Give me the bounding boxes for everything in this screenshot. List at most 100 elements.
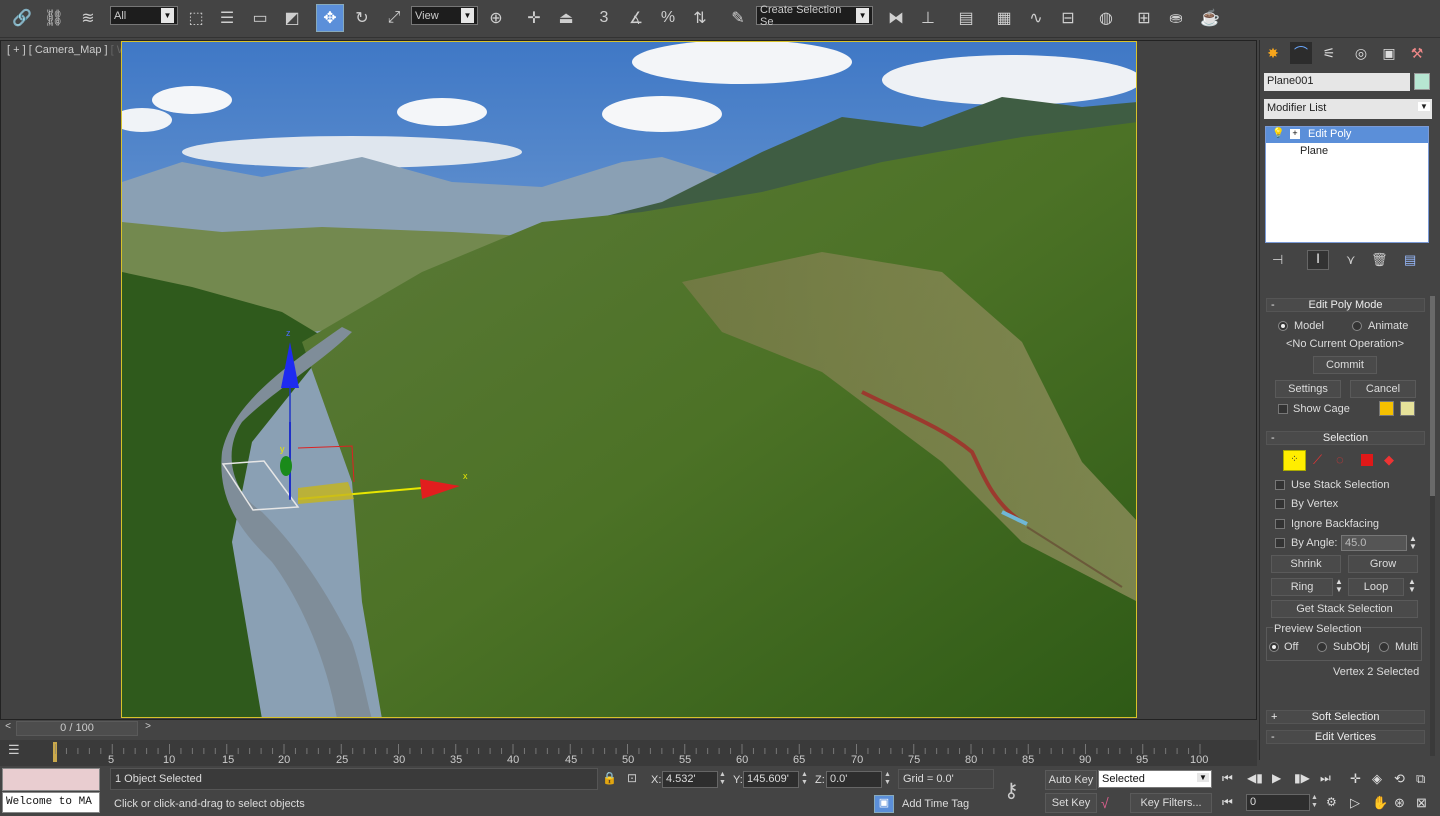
bind-space-warp-icon[interactable]: ≋ <box>74 4 102 32</box>
settings-button[interactable]: Settings <box>1275 380 1341 398</box>
keyboard-shortcut-override-icon[interactable]: ⏏ <box>552 4 580 32</box>
motion-tab-icon[interactable]: ◎ <box>1350 42 1372 64</box>
angle-spinner-field[interactable]: 45.0 <box>1341 535 1407 551</box>
key-mode-toggle-icon[interactable]: ⏮ <box>1222 795 1233 810</box>
commit-button[interactable]: Commit <box>1313 356 1377 374</box>
command-panel-scrollbar[interactable] <box>1430 296 1435 756</box>
element-mode-icon[interactable]: ◆ <box>1384 452 1394 468</box>
utilities-tab-icon[interactable]: ⚒ <box>1406 42 1428 64</box>
z-spinner-icon[interactable]: ▲ ▼ <box>884 771 891 787</box>
cage-selected-color-swatch[interactable] <box>1400 401 1415 416</box>
by-angle-checkbox[interactable] <box>1275 538 1285 548</box>
modifier-list-dropdown[interactable]: Modifier List ▼ <box>1264 99 1432 119</box>
model-radio[interactable] <box>1278 321 1288 331</box>
stack-item-plane[interactable]: Plane <box>1300 145 1328 157</box>
y-coord-field[interactable]: 145.609' <box>743 771 799 788</box>
named-selection-dropdown[interactable]: Create Selection Se ▼ <box>756 4 873 28</box>
ring-button[interactable]: Ring <box>1271 578 1333 596</box>
border-mode-icon[interactable]: ◌ <box>1336 452 1344 467</box>
ignore-backfacing-checkbox[interactable] <box>1275 519 1285 529</box>
pan-view-icon[interactable]: ✋ <box>1372 795 1388 811</box>
x-spinner-icon[interactable]: ▲ ▼ <box>719 771 726 787</box>
previous-key-icon[interactable]: ◀▮ <box>1247 771 1263 785</box>
scrollbar-thumb[interactable] <box>1430 296 1435 496</box>
hierarchy-tab-icon[interactable]: ⚟ <box>1318 42 1340 64</box>
play-icon[interactable]: ▶ <box>1272 771 1281 785</box>
z-coord-field[interactable]: 0.0' <box>826 771 882 788</box>
select-by-name-icon[interactable]: ☰ <box>213 4 241 32</box>
align-icon[interactable]: ⊥ <box>914 4 942 32</box>
isolate-selection-icon[interactable]: ▣ <box>874 795 894 813</box>
mirror-icon[interactable]: ⧓ <box>882 4 910 32</box>
display-tab-icon[interactable]: ▣ <box>1378 42 1400 64</box>
polygon-mode-icon[interactable] <box>1361 454 1373 466</box>
zoom-all-icon[interactable]: ◈ <box>1372 771 1382 787</box>
window-crossing-icon[interactable]: ◩ <box>278 4 306 32</box>
preview-off-radio[interactable] <box>1269 642 1279 652</box>
set-key-button[interactable]: Set Key <box>1045 793 1097 813</box>
go-to-end-icon[interactable]: ⏭ <box>1320 771 1331 786</box>
auto-key-button[interactable]: Auto Key <box>1045 770 1097 790</box>
edge-mode-icon[interactable]: ⟋ <box>1313 452 1322 468</box>
field-of-view-icon[interactable]: ▷ <box>1350 795 1360 811</box>
rollout-edit-poly-mode[interactable]: - Edit Poly Mode <box>1266 298 1425 312</box>
edit-named-selection-icon[interactable]: ✎ <box>724 4 752 32</box>
selection-filter-dropdown[interactable]: All ▼ <box>110 6 178 25</box>
rendered-frame-window-icon[interactable]: ⛂ <box>1162 4 1190 32</box>
modify-tab-icon[interactable]: ⌒ <box>1290 42 1312 64</box>
loop-button[interactable]: Loop <box>1348 578 1404 596</box>
viewport-menu-plus[interactable]: [ + ] <box>7 44 26 56</box>
preview-subobj-radio[interactable] <box>1317 642 1327 652</box>
scene-explorer-icon[interactable]: ▤ <box>952 4 980 32</box>
add-time-tag[interactable]: Add Time Tag <box>902 798 969 810</box>
selection-lock-icon[interactable]: 🔒 <box>602 771 617 785</box>
use-stack-selection-checkbox[interactable] <box>1275 480 1285 490</box>
layer-explorer-icon[interactable]: ▦ <box>990 4 1018 32</box>
ring-spinner-icon[interactable]: ▲ ▼ <box>1335 578 1343 594</box>
rectangular-selection-icon[interactable]: ▭ <box>246 4 274 32</box>
key-filters-curve-icon[interactable]: √ <box>1101 795 1109 811</box>
maximize-toggle-icon[interactable]: ⊠ <box>1416 795 1427 811</box>
preview-multi-radio[interactable] <box>1379 642 1389 652</box>
zoom-icon[interactable]: ✛ <box>1350 771 1361 787</box>
rollout-selection[interactable]: - Selection <box>1266 431 1425 445</box>
get-stack-selection-button[interactable]: Get Stack Selection <box>1271 600 1418 618</box>
viewport-camera-name[interactable]: [ Camera_Map ] <box>29 44 108 56</box>
maxscript-listener-input[interactable] <box>2 768 100 791</box>
select-and-scale-icon[interactable]: ⤢ <box>380 4 408 32</box>
make-unique-icon[interactable]: ⋎ <box>1346 252 1356 268</box>
pivot-center-icon[interactable]: ⊕ <box>482 4 510 32</box>
time-slider-track[interactable] <box>0 721 1257 738</box>
select-object-icon[interactable]: ⬚ <box>182 4 210 32</box>
key-filters-button[interactable]: Key Filters... <box>1130 793 1212 813</box>
stack-item-edit-poly[interactable]: 💡 + Edit Poly <box>1266 127 1428 143</box>
orbit-subobject-icon[interactable]: ⊛ <box>1394 795 1405 811</box>
lightbulb-icon[interactable]: 💡 <box>1272 128 1284 139</box>
percent-snap-icon[interactable]: % <box>654 4 682 32</box>
key-mode-dropdown[interactable]: Selected ▼ <box>1098 770 1212 788</box>
render-setup-icon[interactable]: ⊞ <box>1130 4 1158 32</box>
schematic-view-icon[interactable]: ⊟ <box>1054 4 1082 32</box>
render-production-icon[interactable]: ☕ <box>1196 4 1224 32</box>
set-key-mode-key-icon[interactable]: ⚷ <box>1004 778 1019 803</box>
select-and-rotate-icon[interactable]: ↻ <box>348 4 376 32</box>
loop-spinner-icon[interactable]: ▲ ▼ <box>1408 578 1416 594</box>
material-editor-icon[interactable]: ◍ <box>1092 4 1120 32</box>
reference-coordinate-dropdown[interactable]: View ▼ <box>411 6 478 25</box>
animate-radio[interactable] <box>1352 321 1362 331</box>
frame-spinner-icon[interactable]: ▲ ▼ <box>1311 794 1318 810</box>
cage-color-swatch[interactable] <box>1379 401 1394 416</box>
next-frame-icon[interactable]: > <box>140 721 156 736</box>
previous-frame-icon[interactable]: < <box>0 721 16 736</box>
show-cage-checkbox[interactable] <box>1278 404 1288 414</box>
rollout-edit-vertices[interactable]: - Edit Vertices <box>1266 730 1425 744</box>
snaps-toggle-icon[interactable]: 3 <box>590 4 618 32</box>
expand-plus-icon[interactable]: + <box>1290 129 1300 139</box>
curve-editor-icon[interactable]: ∿ <box>1022 4 1050 32</box>
angle-snap-icon[interactable]: ∡ <box>622 4 650 32</box>
rollout-soft-selection[interactable]: + Soft Selection <box>1266 710 1425 724</box>
time-configuration-icon[interactable]: ⚙ <box>1326 795 1337 809</box>
remove-modifier-icon[interactable]: 🗑 <box>1371 252 1388 268</box>
select-and-move-icon[interactable]: ✥ <box>316 4 344 32</box>
time-slider-thumb[interactable]: 0 / 100 <box>16 721 138 736</box>
